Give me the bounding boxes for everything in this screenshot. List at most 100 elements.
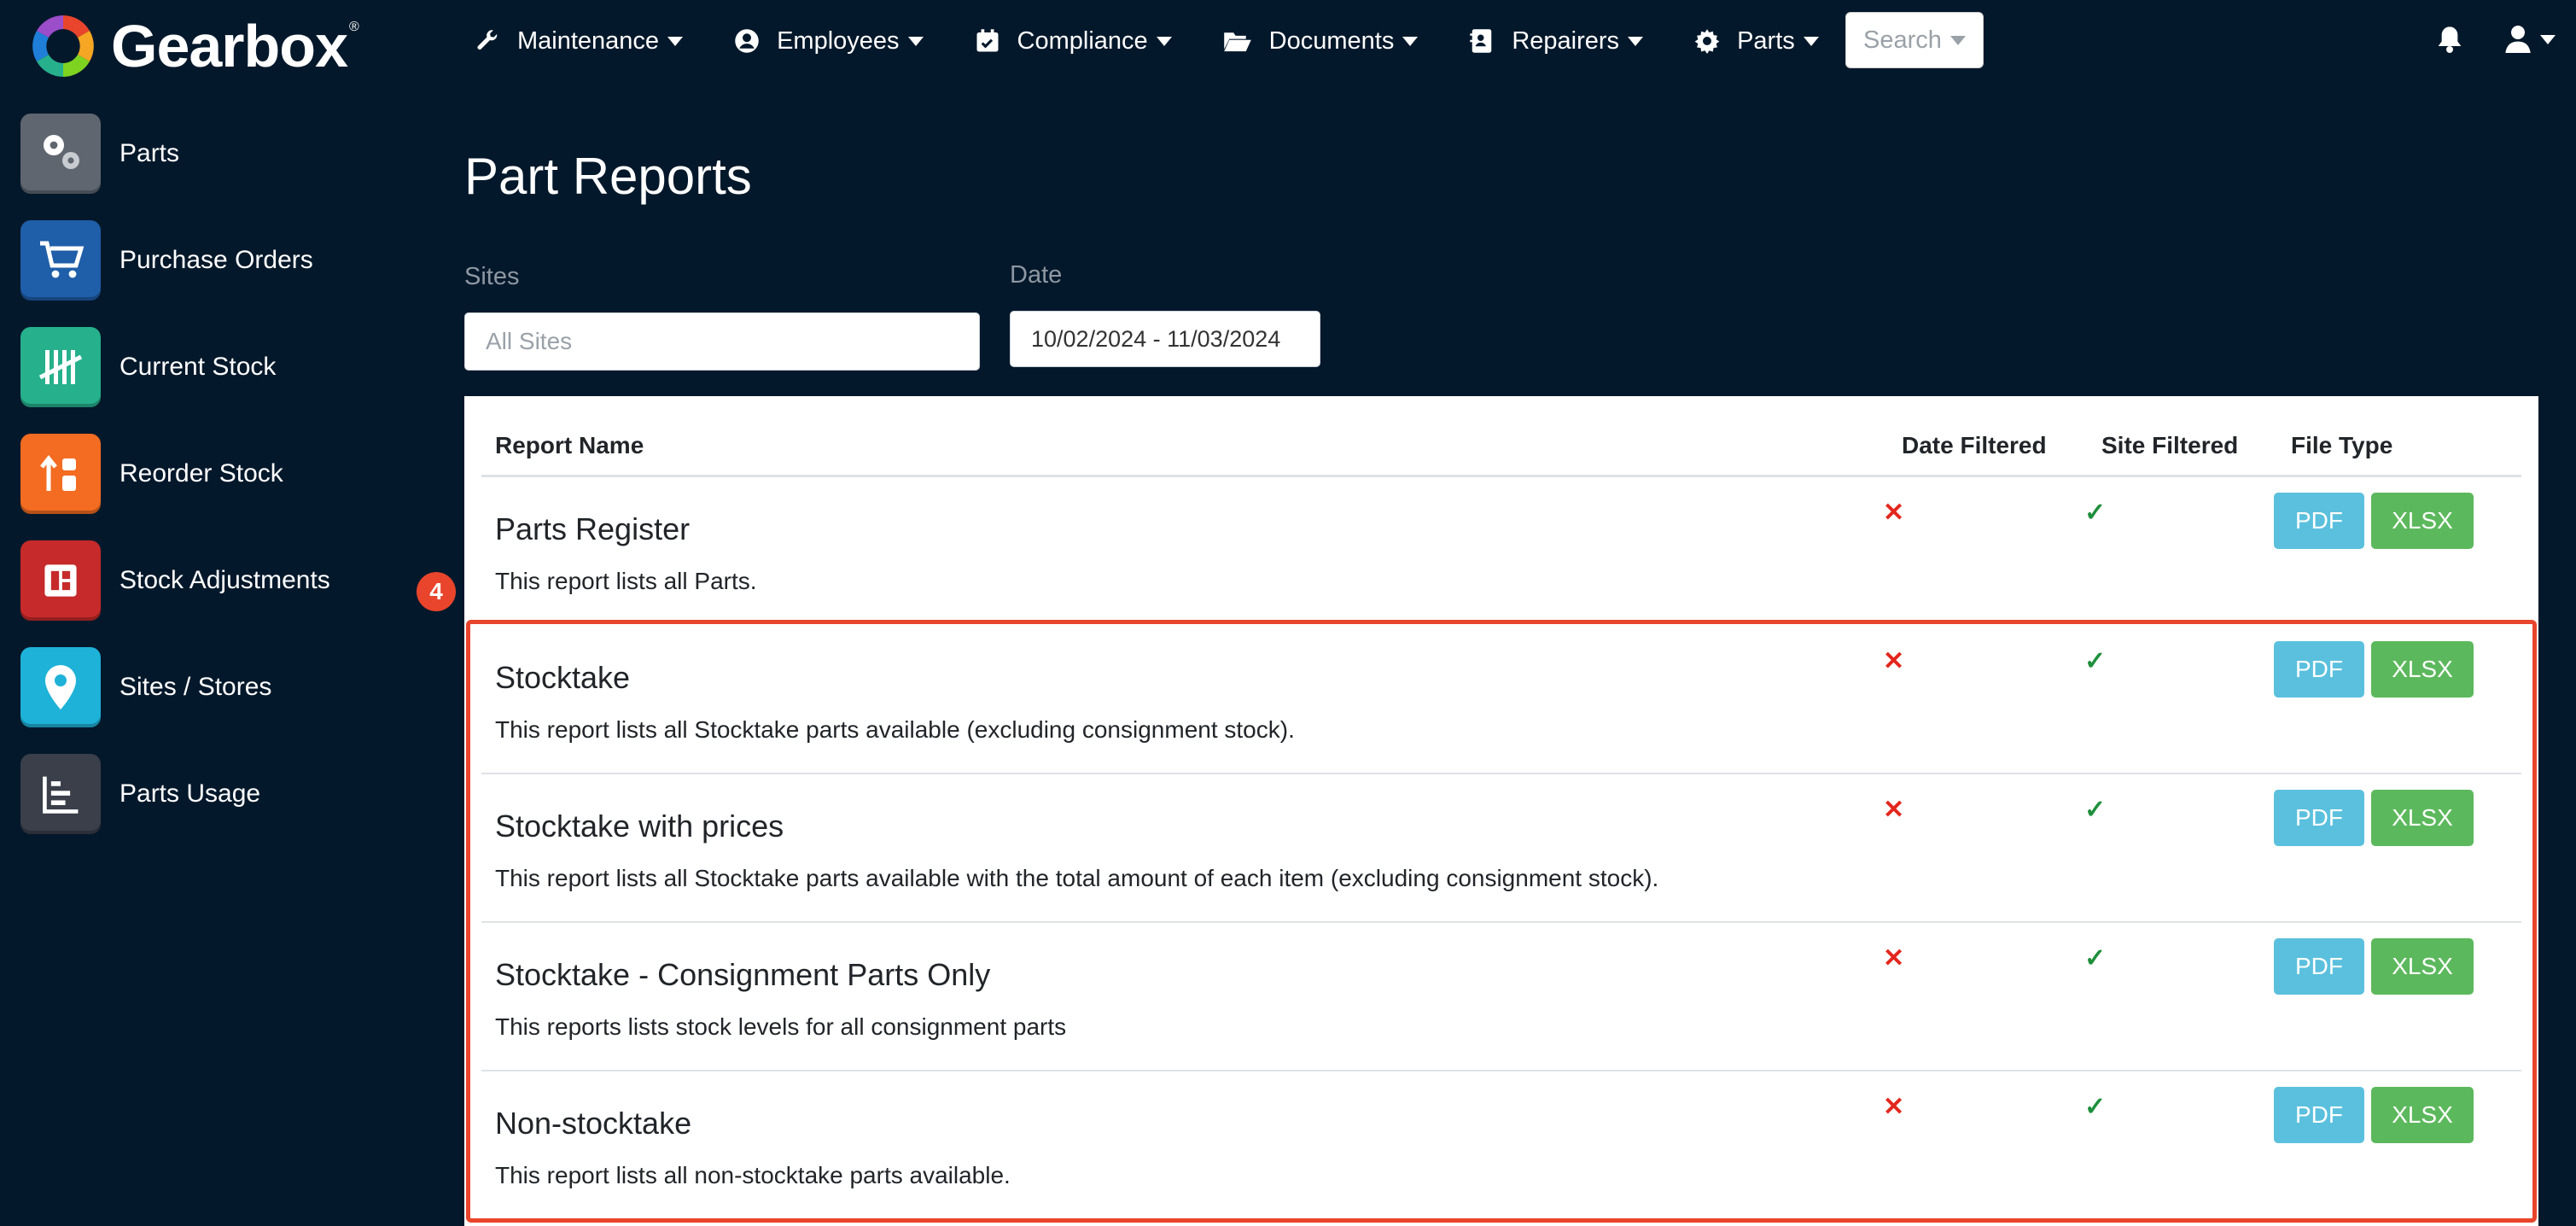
table-row: Stocktake - Consignment Parts Only This … — [481, 923, 2521, 1071]
chevron-down-icon — [2540, 34, 2556, 44]
registered-mark: ® — [349, 20, 359, 34]
reorder-icon — [20, 434, 101, 514]
chevron-down-icon — [1628, 36, 1644, 46]
nav-repairers-label: Repairers — [1512, 26, 1620, 55]
page-title: Part Reports — [464, 148, 752, 205]
sidebar-item-current-stock[interactable]: Current Stock — [20, 326, 276, 408]
calendar-check-icon — [976, 29, 999, 52]
sites-select[interactable] — [464, 312, 980, 371]
pdf-button[interactable]: PDF — [2274, 493, 2364, 549]
table-row: Non-stocktake This report lists all non-… — [481, 1071, 2521, 1220]
nav-maintenance-label: Maintenance — [517, 26, 660, 55]
sidebar-item-label: Parts Usage — [119, 779, 261, 808]
user-menu-button[interactable] — [2504, 24, 2556, 55]
sidebar-item-label: Parts — [119, 139, 180, 167]
chevron-down-icon — [1949, 35, 1966, 45]
xlsx-button[interactable]: XLSX — [2371, 641, 2474, 698]
xlsx-button[interactable]: XLSX — [2371, 1087, 2474, 1143]
reports-panel: Report Name Date Filtered Site Filtered … — [464, 396, 2538, 1226]
column-header-report-name: Report Name — [495, 432, 644, 458]
wrench-icon — [477, 30, 498, 50]
pdf-button[interactable]: PDF — [2274, 790, 2364, 846]
nav-maintenance[interactable]: Maintenance — [475, 26, 684, 55]
check-icon: ✓ — [2084, 1093, 2107, 1121]
date-range-input[interactable]: 10/02/2024 - 11/03/2024 — [1010, 311, 1320, 367]
report-title: Stocktake - Consignment Parts Only — [495, 957, 991, 992]
nav-employees-label: Employees — [777, 26, 900, 55]
sidebar-item-label: Stock Adjustments — [119, 566, 330, 594]
report-description: This reports lists stock levels for all … — [495, 1013, 1067, 1040]
brand-name: Gearbox — [111, 13, 348, 79]
report-title: Parts Register — [495, 511, 691, 546]
check-icon: ✓ — [2084, 944, 2107, 972]
cross-icon: ✕ — [1883, 796, 1905, 824]
chevron-down-icon — [907, 36, 924, 46]
user-circle-icon — [735, 29, 759, 53]
report-title: Non-stocktake — [495, 1106, 692, 1141]
report-title: Stocktake with prices — [495, 809, 784, 844]
xlsx-button[interactable]: XLSX — [2371, 790, 2474, 846]
main-nav: Maintenance Employees Compliance Documen… — [475, 0, 1870, 82]
check-icon: ✓ — [2084, 647, 2107, 675]
gear-icon — [1694, 29, 1720, 54]
search-dropdown-button[interactable]: Search — [1845, 12, 1984, 68]
nav-documents-label: Documents — [1268, 26, 1395, 55]
gears-icon — [20, 114, 101, 194]
column-header-site-filtered: Site Filtered — [2101, 432, 2239, 458]
sidebar-item-label: Reorder Stock — [119, 459, 283, 487]
sidebar-item-label: Sites / Stores — [119, 673, 272, 701]
cart-icon — [20, 220, 101, 301]
notifications-button[interactable] — [2436, 24, 2463, 59]
map-pin-icon — [20, 647, 101, 727]
nav-compliance[interactable]: Compliance — [975, 27, 1172, 55]
cross-icon: ✕ — [1883, 647, 1905, 675]
sidebar-item-sites-stores[interactable]: Sites / Stores — [20, 646, 271, 728]
nav-compliance-label: Compliance — [1017, 26, 1148, 55]
table-row: Parts Register This report lists all Par… — [481, 477, 2521, 626]
sidebar-item-label: Current Stock — [119, 353, 277, 381]
report-description: This report lists all Parts. — [495, 568, 757, 594]
nav-parts-label: Parts — [1737, 26, 1795, 55]
nav-parts[interactable]: Parts — [1694, 27, 1819, 55]
nav-documents[interactable]: Documents — [1223, 27, 1419, 55]
sidebar-item-stock-adjustments[interactable]: Stock Adjustments — [20, 540, 330, 622]
table-row: Stocktake This report lists all Stocktak… — [481, 626, 2521, 774]
report-description: This report lists all Stocktake parts av… — [495, 865, 1659, 891]
sites-label: Sites — [464, 263, 520, 290]
report-description: This report lists all non-stocktake part… — [495, 1162, 1011, 1188]
table-row: Stocktake with prices This report lists … — [481, 774, 2521, 923]
pdf-button[interactable]: PDF — [2274, 1087, 2364, 1143]
sidebar-item-reorder-stock[interactable]: Reorder Stock — [20, 433, 283, 515]
step-badge: 4 — [417, 572, 456, 611]
pdf-button[interactable]: PDF — [2274, 938, 2364, 995]
report-title: Stocktake — [495, 660, 631, 695]
column-header-date-filtered: Date Filtered — [1902, 432, 2047, 458]
date-label: Date — [1010, 261, 1063, 289]
cross-icon: ✕ — [1883, 499, 1905, 527]
xlsx-button[interactable]: XLSX — [2371, 493, 2474, 549]
cross-icon: ✕ — [1883, 944, 1905, 972]
sidebar-item-parts[interactable]: Parts — [20, 113, 179, 195]
search-label: Search — [1863, 26, 1942, 54]
sidebar-item-parts-usage[interactable]: Parts Usage — [20, 753, 260, 835]
chevron-down-icon — [667, 36, 684, 46]
sidebar-item-purchase-orders[interactable]: Purchase Orders — [20, 219, 313, 301]
chevron-down-icon — [1156, 36, 1172, 46]
user-icon — [2505, 26, 2531, 53]
cross-icon: ✕ — [1883, 1093, 1905, 1121]
pdf-button[interactable]: PDF — [2274, 641, 2364, 698]
nav-employees[interactable]: Employees — [734, 26, 924, 55]
chevron-down-icon — [1402, 36, 1419, 46]
brand-logo[interactable]: Gearbox ® — [29, 10, 359, 82]
check-icon: ✓ — [2084, 796, 2107, 824]
folder-open-icon — [1223, 32, 1251, 52]
bell-icon — [2438, 26, 2462, 53]
bar-chart-icon — [20, 754, 101, 834]
chevron-down-icon — [1803, 36, 1819, 46]
sidebar-item-label: Purchase Orders — [119, 246, 313, 274]
top-navbar: Gearbox ® Maintenance Employees Complianc… — [0, 0, 2576, 85]
check-icon: ✓ — [2084, 499, 2107, 527]
xlsx-button[interactable]: XLSX — [2371, 938, 2474, 995]
nav-repairers[interactable]: Repairers — [1469, 26, 1644, 55]
date-range-value: 10/02/2024 - 11/03/2024 — [1031, 325, 1281, 352]
